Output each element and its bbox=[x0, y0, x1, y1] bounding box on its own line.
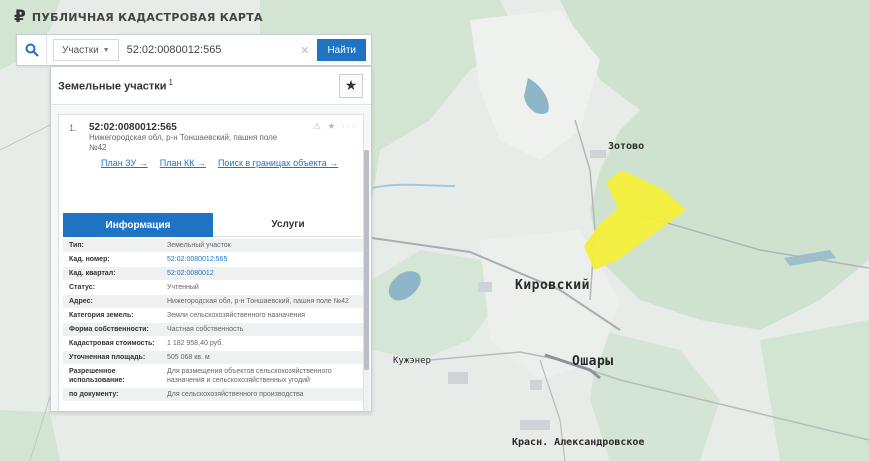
info-key: Адрес: bbox=[69, 298, 93, 305]
panel-body: 1. 52:02:0080012:565 Нижегородская обл, … bbox=[51, 106, 371, 411]
info-row-by-document: по документу: Для сельскохозяйственного п… bbox=[63, 388, 363, 402]
info-value: 505 068 кв. м bbox=[167, 354, 210, 361]
find-button[interactable]: Найти bbox=[317, 39, 366, 61]
info-key: Кадастровая стоимость: bbox=[69, 340, 155, 347]
search-bar: Участки ▼ ✕ Найти bbox=[16, 34, 372, 66]
info-value-link[interactable]: 52:02:0080012:565 bbox=[163, 253, 363, 266]
info-key: по документу: bbox=[69, 391, 119, 398]
clear-icon[interactable]: ✕ bbox=[292, 44, 317, 57]
favorites-button[interactable]: ★ bbox=[339, 73, 363, 98]
info-row-land-category: Категория земель: Земли сельскохозяйствен… bbox=[63, 309, 363, 323]
search-type-select[interactable]: Участки ▼ bbox=[53, 39, 119, 61]
info-table: Тип: Земельный участок Кад. номер: 52:02:0… bbox=[63, 239, 363, 402]
info-value: Земельный участок bbox=[167, 242, 231, 249]
info-row-cad-quarter: Кад. квартал: 52:02:0080012 bbox=[63, 267, 363, 281]
panel-header: Земельные участки 1 ★ bbox=[51, 67, 371, 105]
result-count: 1 bbox=[168, 78, 173, 88]
info-value: Для сельскохозяйственного производства bbox=[167, 391, 304, 398]
place-label-oshary: Ошары bbox=[572, 354, 614, 369]
result-links: План ЗУ → План КК → Поиск в границах объ… bbox=[101, 158, 338, 168]
info-value-link[interactable]: 52:02:0080012 bbox=[163, 267, 363, 280]
info-key: Тип: bbox=[69, 242, 84, 249]
info-row-ownership: Форма собственности: Частная собственност… bbox=[63, 323, 363, 337]
result-card-header: 1. 52:02:0080012:565 Нижегородская обл, … bbox=[59, 115, 363, 185]
chevron-down-icon: ▼ bbox=[102, 46, 110, 54]
result-card[interactable]: 1. 52:02:0080012:565 Нижегородская обл, … bbox=[58, 114, 364, 411]
app-title: ПУБЛИЧНАЯ КАДАСТРОВАЯ КАРТА bbox=[31, 11, 263, 24]
link-plan-kk[interactable]: План КК → bbox=[160, 158, 206, 168]
info-value: Нижегородская обл, р-н Тоншаевский, пашн… bbox=[167, 298, 349, 305]
info-key: Кад. номер: bbox=[69, 256, 110, 263]
result-address: Нижегородская обл, р-н Тоншаевский, пашн… bbox=[89, 133, 278, 152]
search-input[interactable] bbox=[118, 36, 293, 64]
info-row-type: Тип: Земельный участок bbox=[63, 239, 363, 253]
place-label-zotovo: Зотово bbox=[608, 141, 645, 152]
panel-title: Земельные участки 1 bbox=[58, 78, 173, 93]
tab-services[interactable]: Услуги bbox=[213, 213, 363, 237]
info-key: Кад. квартал: bbox=[69, 270, 116, 277]
info-value: Учтенный bbox=[167, 284, 199, 291]
info-value: Земли сельскохозяйственного назначения bbox=[167, 312, 306, 319]
search-type-label: Участки bbox=[62, 44, 99, 56]
info-row-cad-value: Кадастровая стоимость: 1 182 958,40 руб. bbox=[63, 337, 363, 351]
app-header: ₽ ПУБЛИЧНАЯ КАДАСТРОВАЯ КАРТА bbox=[14, 9, 263, 26]
info-key: Категория земель: bbox=[69, 312, 134, 319]
info-key: Статус: bbox=[69, 284, 95, 291]
result-index: 1. bbox=[69, 123, 77, 133]
info-value: Частная собственность bbox=[167, 326, 244, 333]
results-panel: Земельные участки 1 ★ 1. 52:02:0080012:56… bbox=[50, 66, 372, 412]
info-key: Разрешенное использование: bbox=[69, 368, 125, 384]
place-label-krasn-aleksandrovskoe: Красн. Александровское bbox=[512, 437, 645, 448]
info-value: Для размещения объектов сельскохозяйстве… bbox=[167, 368, 332, 384]
search-icon[interactable] bbox=[17, 35, 47, 65]
info-row-area: Уточненная площадь: 505 068 кв. м bbox=[63, 351, 363, 365]
info-row-permitted-use: Разрешенное использование: Для размещения… bbox=[63, 365, 363, 388]
info-row-address: Адрес: Нижегородская обл, р-н Тоншаевский… bbox=[63, 295, 363, 309]
result-tabs: Информация Услуги bbox=[63, 213, 363, 237]
warning-star-icon[interactable]: ⚠ ★ ··· bbox=[313, 121, 357, 132]
link-search-in-bounds[interactable]: Поиск в границах объекта → bbox=[218, 158, 338, 168]
scrollbar-thumb[interactable] bbox=[364, 150, 369, 370]
link-plan-zu[interactable]: План ЗУ → bbox=[101, 158, 148, 168]
info-value: 1 182 958,40 руб. bbox=[167, 340, 224, 347]
info-row-status: Статус: Учтенный bbox=[63, 281, 363, 295]
place-label-kirovsky: Кировский bbox=[515, 278, 590, 293]
info-key: Уточненная площадь: bbox=[69, 354, 146, 361]
place-label-kuzhener: Кужэнер bbox=[393, 356, 431, 366]
star-icon: ★ bbox=[344, 77, 358, 93]
info-key: Форма собственности: bbox=[69, 326, 149, 333]
tab-information[interactable]: Информация bbox=[63, 213, 213, 237]
info-row-cad-number: Кад. номер: 52:02:0080012:565 bbox=[63, 253, 363, 267]
rosreestr-logo-icon: ₽ bbox=[14, 7, 26, 27]
result-cad-number[interactable]: 52:02:0080012:565 bbox=[89, 122, 177, 133]
panel-title-text: Земельные участки bbox=[58, 80, 167, 93]
